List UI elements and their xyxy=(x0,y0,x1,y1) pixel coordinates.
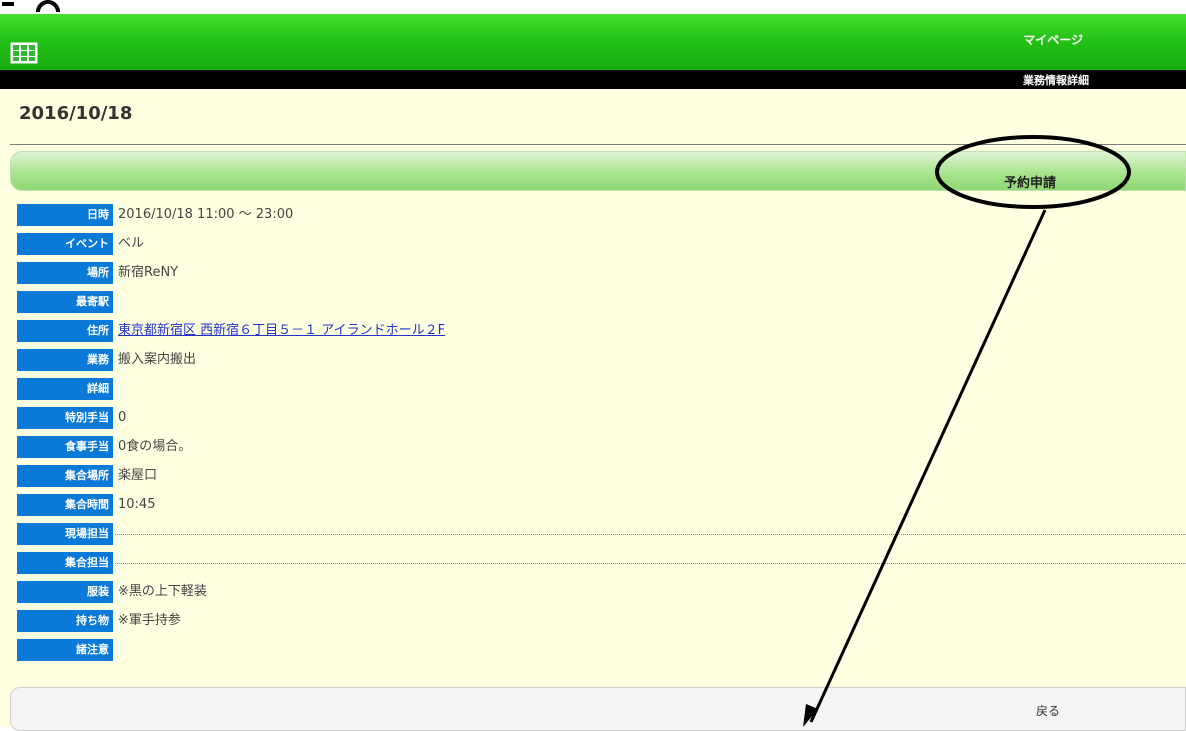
back-button[interactable]: 戻る xyxy=(10,687,1186,731)
page-title: 2016/10/18 xyxy=(19,103,133,124)
detail-row-site-staff: 現場担当 xyxy=(17,523,1186,545)
back-button-label: 戻る xyxy=(1036,704,1061,718)
detail-value: 0食の場合。 xyxy=(118,439,192,454)
detail-value: 2016/10/18 11:00 ～ 23:00 xyxy=(118,207,294,222)
page-subtitle: 業務情報詳細 xyxy=(1023,74,1089,87)
detail-row-belongings: 持ち物 ※軍手持参 xyxy=(17,610,1186,632)
detail-value: 楽屋口 xyxy=(118,468,158,483)
detail-label: 集合場所 xyxy=(17,465,113,487)
detail-value: 搬入案内搬出 xyxy=(118,352,197,367)
detail-label: 集合担当 xyxy=(17,552,113,574)
mypage-link[interactable]: マイページ xyxy=(1023,31,1083,48)
detail-row-datetime: 日時 2016/10/18 11:00 ～ 23:00 xyxy=(17,204,1186,226)
detail-row-notes: 諸注意 xyxy=(17,639,1186,661)
detail-label: 特別手当 xyxy=(17,407,113,429)
detail-row-event: イベント ベル xyxy=(17,233,1186,255)
detail-label: 持ち物 xyxy=(17,610,113,632)
detail-label: 最寄駅 xyxy=(17,291,113,313)
detail-row-details: 詳細 xyxy=(17,378,1186,400)
detail-value: 0 xyxy=(118,410,127,425)
detail-row-meeting-time: 集合時間 10:45 xyxy=(17,494,1186,516)
grid-menu-icon[interactable] xyxy=(10,42,38,64)
detail-label: 現場担当 xyxy=(17,523,113,545)
detail-label: 業務 xyxy=(17,349,113,371)
detail-label: 場所 xyxy=(17,262,113,284)
dotted-divider xyxy=(115,534,1186,535)
subtitle-bar: 業務情報詳細 xyxy=(0,70,1186,89)
detail-label: 服装 xyxy=(17,581,113,603)
detail-label: 詳細 xyxy=(17,378,113,400)
reserve-request-button[interactable]: 予約申請 xyxy=(1004,172,1056,191)
detail-label: 諸注意 xyxy=(17,639,113,661)
app-header: マイページ xyxy=(0,14,1186,70)
detail-value: ※軍手持参 xyxy=(118,613,181,628)
dotted-divider xyxy=(115,563,1186,564)
divider xyxy=(10,144,1186,145)
detail-row-clothing: 服装 ※黒の上下軽装 xyxy=(17,581,1186,603)
detail-row-special-allowance: 特別手当 0 xyxy=(17,407,1186,429)
detail-row-nearest-station: 最寄駅 xyxy=(17,291,1186,313)
detail-label: イベント xyxy=(17,233,113,255)
detail-value: 10:45 xyxy=(118,497,156,512)
detail-value: ※黒の上下軽装 xyxy=(118,584,207,599)
detail-value: ベル xyxy=(118,236,145,251)
detail-value: 新宿ReNY xyxy=(118,265,179,280)
detail-label: 食事手当 xyxy=(17,436,113,458)
detail-row-address: 住所 東京都新宿区 西新宿６丁目５－１ アイランドホール２F xyxy=(17,320,1186,342)
detail-row-place: 場所 新宿ReNY xyxy=(17,262,1186,284)
detail-row-work: 業務 搬入案内搬出 xyxy=(17,349,1186,371)
address-link[interactable]: 東京都新宿区 西新宿６丁目５－１ アイランドホール２F xyxy=(118,320,445,342)
detail-row-meal-allowance: 食事手当 0食の場合。 xyxy=(17,436,1186,458)
detail-row-meeting-staff: 集合担当 xyxy=(17,552,1186,574)
detail-label: 住所 xyxy=(17,320,113,342)
detail-row-meeting-place: 集合場所 楽屋口 xyxy=(17,465,1186,487)
detail-label: 日時 xyxy=(17,204,113,226)
detail-label: 集合時間 xyxy=(17,494,113,516)
